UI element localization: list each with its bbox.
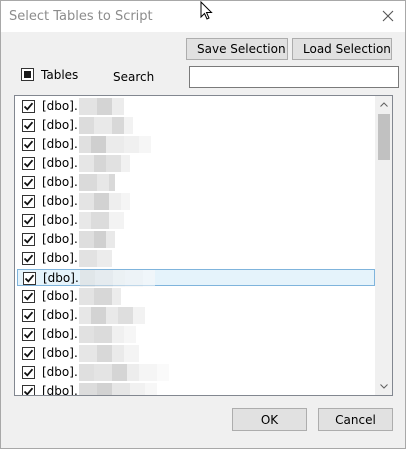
redacted-name-mask bbox=[79, 231, 115, 248]
row-checkbox[interactable] bbox=[22, 385, 35, 395]
table-name: [dbo]. bbox=[42, 232, 78, 246]
select-tables-dialog: Select Tables to Script Save Selection L… bbox=[0, 0, 406, 449]
table-name: [dbo]. bbox=[42, 137, 78, 151]
checkmark-icon bbox=[23, 216, 34, 225]
table-listbox[interactable]: [dbo]. [dbo]. [dbo]. [dbo]. [dbo]. [dbo]. [dbo… bbox=[14, 95, 393, 396]
table-row[interactable]: [dbo]. bbox=[17, 212, 375, 229]
row-checkbox[interactable] bbox=[22, 347, 35, 360]
table-name: [dbo]. bbox=[42, 251, 78, 265]
table-name: [dbo]. bbox=[42, 118, 78, 132]
close-icon[interactable] bbox=[379, 7, 397, 25]
row-checkbox[interactable] bbox=[22, 366, 35, 379]
checkmark-icon bbox=[23, 197, 34, 206]
row-checkbox[interactable] bbox=[22, 157, 35, 170]
checkmark-icon bbox=[23, 235, 34, 244]
search-input[interactable] bbox=[189, 66, 399, 88]
table-row[interactable]: [dbo]. bbox=[17, 364, 375, 381]
row-checkbox[interactable] bbox=[22, 100, 35, 113]
save-selection-button[interactable]: Save Selection bbox=[186, 38, 288, 60]
row-checkbox[interactable] bbox=[22, 214, 35, 227]
tables-label: Tables bbox=[41, 68, 79, 82]
table-row[interactable]: [dbo]. bbox=[17, 307, 375, 324]
vertical-scrollbar[interactable] bbox=[375, 96, 392, 395]
table-row[interactable]: [dbo]. bbox=[17, 269, 375, 287]
table-row[interactable]: [dbo]. bbox=[17, 231, 375, 248]
table-name: [dbo]. bbox=[43, 271, 79, 285]
table-row[interactable]: [dbo]. bbox=[17, 383, 375, 395]
redacted-name-mask bbox=[79, 174, 115, 191]
redacted-name-mask bbox=[79, 155, 130, 172]
redacted-name-mask bbox=[79, 212, 124, 229]
table-name: [dbo]. bbox=[42, 346, 78, 360]
table-name: [dbo]. bbox=[42, 99, 78, 113]
table-row[interactable]: [dbo]. bbox=[17, 98, 375, 115]
table-row[interactable]: [dbo]. bbox=[17, 155, 375, 172]
redacted-name-mask bbox=[79, 307, 145, 324]
checkmark-icon bbox=[23, 140, 34, 149]
checkmark-icon bbox=[23, 121, 34, 130]
table-row[interactable]: [dbo]. bbox=[17, 288, 375, 305]
cancel-button[interactable]: Cancel bbox=[318, 408, 393, 431]
table-name: [dbo]. bbox=[42, 213, 78, 227]
table-row[interactable]: [dbo]. bbox=[17, 193, 375, 210]
table-name: [dbo]. bbox=[42, 156, 78, 170]
chevron-up-icon[interactable] bbox=[375, 96, 392, 113]
redacted-name-mask bbox=[79, 98, 124, 115]
redacted-name-mask bbox=[79, 364, 169, 381]
table-row[interactable]: [dbo]. bbox=[17, 250, 375, 267]
table-row[interactable]: [dbo]. bbox=[17, 345, 375, 362]
table-row[interactable]: [dbo]. bbox=[17, 326, 375, 343]
table-name: [dbo]. bbox=[42, 327, 78, 341]
table-row[interactable]: [dbo]. bbox=[17, 117, 375, 134]
checkmark-icon bbox=[23, 368, 34, 377]
checkmark-icon bbox=[23, 254, 34, 263]
row-checkbox[interactable] bbox=[22, 119, 35, 132]
checkmark-icon bbox=[23, 330, 34, 339]
checkmark-icon bbox=[23, 159, 34, 168]
row-checkbox[interactable] bbox=[22, 233, 35, 246]
checkmark-icon bbox=[23, 102, 34, 111]
table-name: [dbo]. bbox=[42, 289, 78, 303]
redacted-name-mask bbox=[79, 136, 151, 153]
table-name: [dbo]. bbox=[42, 308, 78, 322]
tables-checkbox[interactable] bbox=[21, 68, 34, 81]
checkmark-icon bbox=[24, 274, 35, 283]
ok-button[interactable]: OK bbox=[232, 408, 307, 431]
table-name: [dbo]. bbox=[42, 175, 78, 189]
row-checkbox[interactable] bbox=[22, 290, 35, 303]
table-list: [dbo]. [dbo]. [dbo]. [dbo]. [dbo]. [dbo]. [dbo… bbox=[15, 96, 375, 395]
checkmark-icon bbox=[23, 311, 34, 320]
redacted-name-mask bbox=[79, 250, 112, 267]
row-checkbox[interactable] bbox=[22, 252, 35, 265]
table-name: [dbo]. bbox=[42, 384, 78, 395]
dialog-title: Select Tables to Script bbox=[9, 9, 153, 24]
checkmark-icon bbox=[23, 292, 34, 301]
redacted-name-mask bbox=[79, 117, 133, 134]
row-checkbox[interactable] bbox=[22, 328, 35, 341]
search-label: Search bbox=[113, 70, 155, 84]
table-row[interactable]: [dbo]. bbox=[17, 136, 375, 153]
load-selection-button[interactable]: Load Selection bbox=[292, 38, 392, 60]
checkmark-icon bbox=[23, 387, 34, 395]
redacted-name-mask bbox=[80, 270, 155, 287]
checkmark-icon bbox=[23, 349, 34, 358]
chevron-down-icon[interactable] bbox=[375, 378, 392, 395]
checkmark-icon bbox=[23, 178, 34, 187]
table-name: [dbo]. bbox=[42, 365, 78, 379]
mouse-pointer-icon bbox=[200, 1, 213, 20]
table-row[interactable]: [dbo]. bbox=[17, 174, 375, 191]
redacted-name-mask bbox=[79, 326, 136, 343]
row-checkbox[interactable] bbox=[23, 272, 36, 285]
row-checkbox[interactable] bbox=[22, 309, 35, 322]
redacted-name-mask bbox=[79, 345, 139, 362]
row-checkbox[interactable] bbox=[22, 138, 35, 151]
redacted-name-mask bbox=[79, 383, 157, 395]
row-checkbox[interactable] bbox=[22, 195, 35, 208]
row-checkbox[interactable] bbox=[22, 176, 35, 189]
table-name: [dbo]. bbox=[42, 194, 78, 208]
redacted-name-mask bbox=[79, 193, 130, 210]
redacted-name-mask bbox=[79, 288, 121, 305]
scroll-thumb[interactable] bbox=[378, 114, 390, 160]
